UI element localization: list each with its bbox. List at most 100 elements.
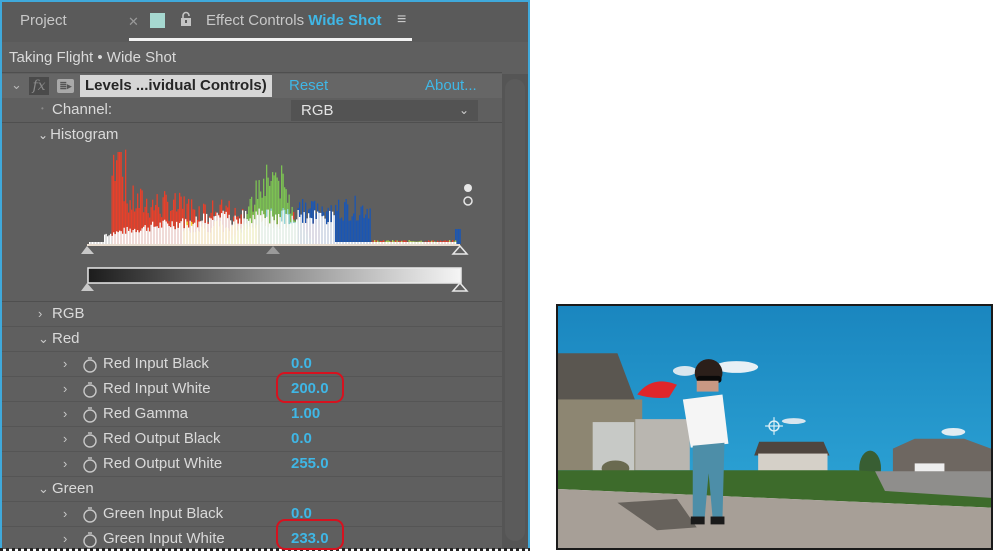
histogram-luma-bar xyxy=(411,242,413,244)
histogram-red-bar xyxy=(113,154,115,244)
histogram-luma-bar xyxy=(120,231,122,244)
group-rgb[interactable]: › RGB xyxy=(2,302,502,327)
collapse-chevron-icon[interactable]: ⌄ xyxy=(38,331,49,347)
histogram-luma-bar xyxy=(434,242,436,244)
histogram-luma-bar xyxy=(335,242,337,244)
histogram-mode-outline-icon[interactable] xyxy=(463,196,473,206)
panel-menu-icon[interactable]: ≡ xyxy=(397,11,406,29)
fx-toggle-icon[interactable]: fx xyxy=(29,77,49,95)
histogram-header[interactable]: ⌄ Histogram xyxy=(38,126,118,143)
stopwatch-icon[interactable] xyxy=(82,381,98,398)
histogram-luma-bar xyxy=(233,221,235,244)
stopwatch-icon[interactable] xyxy=(82,531,98,548)
reset-button[interactable]: Reset xyxy=(289,77,328,94)
expand-chevron-icon[interactable]: › xyxy=(63,531,67,546)
preset-icon[interactable]: ≣▸ xyxy=(57,79,74,93)
histogram-luma-bar xyxy=(237,223,239,244)
histogram-luma-bar xyxy=(135,232,137,244)
histogram-luma-bar xyxy=(216,212,218,244)
histogram-luma-bar xyxy=(155,226,157,244)
histogram-luma-bar xyxy=(224,214,226,244)
histogram-luma-bar xyxy=(410,242,412,244)
property-value[interactable]: 0.0 xyxy=(291,430,312,447)
histogram-blue-bar xyxy=(344,202,346,244)
input-white-slider[interactable] xyxy=(451,244,469,255)
histogram-luma-bar xyxy=(248,220,250,244)
histogram-luma-bar xyxy=(372,242,374,244)
expand-chevron-icon[interactable]: › xyxy=(63,506,67,521)
histogram-luma-bar xyxy=(398,242,400,244)
histogram-luma-bar xyxy=(116,231,118,244)
histogram-luma-bar xyxy=(162,220,164,244)
histogram-luma-bar xyxy=(293,223,295,244)
expand-chevron-icon[interactable]: › xyxy=(38,306,42,321)
histogram-luma-bar xyxy=(272,216,274,244)
property-row: › Green Input White 233.0 xyxy=(2,527,502,549)
histogram-graph xyxy=(81,149,473,292)
histogram-luma-bar xyxy=(129,228,131,244)
output-black-slider[interactable] xyxy=(81,283,94,291)
collapse-chevron-icon[interactable]: ⌄ xyxy=(38,481,49,497)
property-value[interactable]: 1.00 xyxy=(291,405,320,422)
tab-project[interactable]: Project xyxy=(20,12,67,29)
histogram-luma-bar xyxy=(201,220,203,244)
histogram-blue-bar xyxy=(347,204,349,244)
channel-dropdown[interactable]: RGB ⌄ xyxy=(291,100,478,121)
output-white-slider[interactable] xyxy=(451,281,469,292)
histogram-luma-bar xyxy=(131,232,133,244)
expand-chevron-icon[interactable]: › xyxy=(63,356,67,371)
histogram-luma-bar xyxy=(279,217,281,244)
stopwatch-icon[interactable] xyxy=(82,431,98,448)
histogram-luma-bar xyxy=(342,242,344,244)
histogram-luma-bar xyxy=(207,223,209,244)
histogram-luma-bar xyxy=(390,242,392,244)
expand-chevron-icon[interactable]: › xyxy=(63,431,67,446)
histogram-luma-bar xyxy=(348,242,350,244)
histogram-luma-bar xyxy=(437,242,439,244)
collapse-chevron-icon[interactable]: ⌄ xyxy=(11,77,22,93)
stopwatch-icon[interactable] xyxy=(82,506,98,523)
histogram-luma-bar xyxy=(405,242,407,244)
group-green[interactable]: ⌄ Green xyxy=(2,477,502,502)
histogram-luma-bar xyxy=(119,230,121,244)
property-value[interactable]: 255.0 xyxy=(291,455,329,472)
about-button[interactable]: About... xyxy=(425,77,477,94)
histogram-luma-bar xyxy=(426,242,428,244)
group-red[interactable]: ⌄ Red xyxy=(2,327,502,352)
expand-chevron-icon[interactable]: › xyxy=(63,381,67,396)
histogram-red-bar xyxy=(111,175,113,244)
effect-controls-panel: Project ✕ Effect Controls Wide Shot ≡ Ta… xyxy=(0,0,530,549)
close-icon[interactable]: ✕ xyxy=(128,14,139,30)
histogram-luma-bar xyxy=(165,221,167,244)
label-color-swatch-icon[interactable] xyxy=(150,13,165,28)
histogram-luma-bar xyxy=(291,215,293,244)
histogram-mode-filled-icon[interactable] xyxy=(464,184,472,192)
tab-effect-controls[interactable]: Effect Controls Wide Shot xyxy=(206,12,381,29)
property-label: Red Gamma xyxy=(103,405,189,422)
scrollbar-track[interactable] xyxy=(502,74,528,549)
histogram-luma-bar xyxy=(371,242,373,244)
histogram-luma-bar xyxy=(197,227,199,244)
property-value[interactable]: 0.0 xyxy=(291,355,312,372)
stopwatch-icon[interactable] xyxy=(82,456,98,473)
histogram-luma-bar xyxy=(194,222,196,244)
histogram-luma-bar xyxy=(179,223,181,244)
histogram-luma-bar xyxy=(329,210,331,244)
lock-icon[interactable] xyxy=(180,11,192,27)
expand-chevron-icon[interactable]: › xyxy=(63,406,67,421)
input-black-slider[interactable] xyxy=(81,246,94,254)
stopwatch-icon[interactable] xyxy=(82,406,98,423)
input-gamma-slider[interactable] xyxy=(266,246,280,254)
scrollbar-thumb[interactable] xyxy=(505,79,525,541)
histogram-luma-bar xyxy=(209,217,211,244)
effect-name[interactable]: Levels ...ividual Controls) xyxy=(80,75,272,97)
expand-chevron-icon[interactable]: › xyxy=(63,456,67,471)
property-label: Green Input Black xyxy=(103,505,224,522)
histogram-luma-bar xyxy=(134,228,136,244)
histogram-luma-bar xyxy=(189,220,191,244)
stopwatch-icon[interactable] xyxy=(82,356,98,373)
histogram-luma-bar xyxy=(210,218,212,244)
histogram-luma-bar xyxy=(432,242,434,244)
tab-clip-name: Wide Shot xyxy=(308,12,382,29)
property-label: Red Output White xyxy=(103,455,223,472)
